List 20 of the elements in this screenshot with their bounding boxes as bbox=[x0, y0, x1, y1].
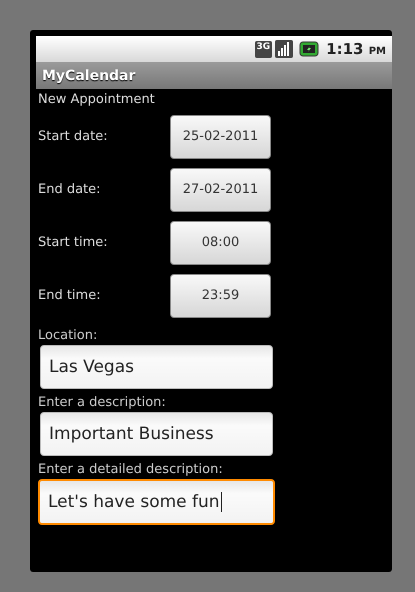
picker-button[interactable]: 08:00 bbox=[170, 220, 271, 264]
field-label: Enter a description: bbox=[38, 395, 167, 412]
network-type-icon: 3G bbox=[254, 40, 272, 58]
picker-button[interactable]: 25-02-2011 bbox=[170, 114, 271, 158]
picker-button[interactable]: 23:59 bbox=[170, 274, 271, 318]
input-field[interactable]: Important Business bbox=[40, 412, 273, 456]
picker-label: Start time: bbox=[38, 235, 109, 250]
picker-label: Start date: bbox=[38, 129, 109, 144]
picker-button[interactable]: 27-02-2011 bbox=[170, 168, 271, 212]
app-title: MyCalendar bbox=[42, 68, 136, 84]
field-label: Enter a detailed description: bbox=[38, 462, 224, 479]
picker-label: End date: bbox=[38, 182, 102, 197]
picker-label: End time: bbox=[38, 288, 102, 303]
field-label: Location: bbox=[38, 328, 98, 345]
clock-time: 1:13 PM bbox=[326, 40, 386, 58]
form-heading: New Appointment bbox=[38, 92, 156, 109]
battery-icon bbox=[299, 41, 320, 57]
signal-icon bbox=[275, 40, 294, 58]
input-field[interactable]: Let's have some fun bbox=[38, 479, 275, 525]
input-field[interactable]: Las Vegas bbox=[40, 345, 273, 389]
